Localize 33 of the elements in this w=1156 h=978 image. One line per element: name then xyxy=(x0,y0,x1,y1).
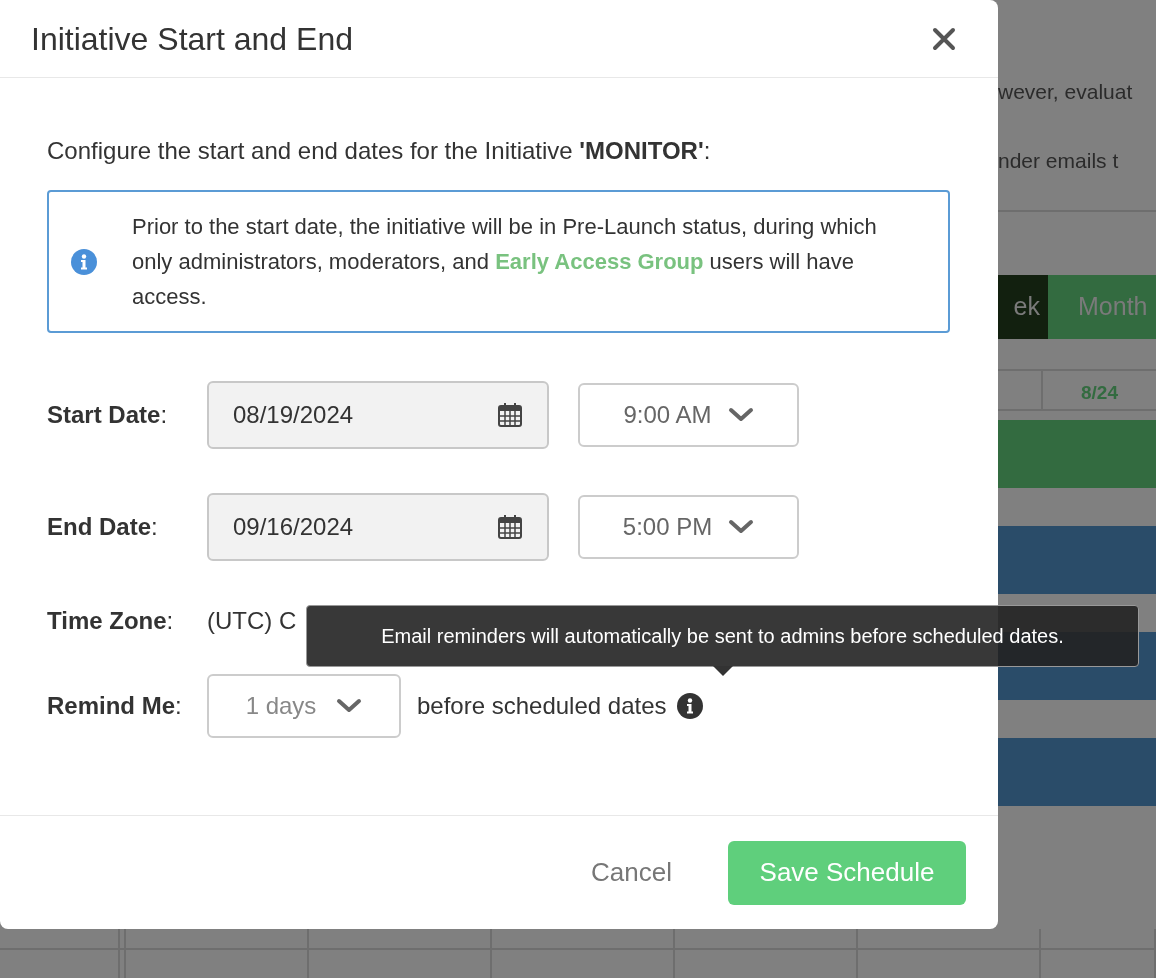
view-tab[interactable]: ek xyxy=(998,275,1048,339)
background-text: nder emails t xyxy=(998,147,1120,174)
remind-suffix: before scheduled dates xyxy=(417,691,667,721)
time-select[interactable]: 5:00 PM xyxy=(578,495,799,559)
date-field[interactable]: 09/16/2024 xyxy=(207,493,549,561)
column-header: 8/24 xyxy=(1080,381,1119,405)
cancel-button[interactable]: Cancel xyxy=(591,853,672,892)
remind-select[interactable]: 1 days xyxy=(207,674,401,738)
intro-text: Configure the start and end dates for the Initiative 'MONITOR': xyxy=(47,136,712,166)
time-zone-value: (UTC) C xyxy=(207,606,297,636)
info-icon xyxy=(71,248,97,275)
info-icon xyxy=(676,693,703,719)
chevron-down-icon xyxy=(336,698,363,714)
field-label: Time Zone: xyxy=(47,606,175,636)
date-field[interactable]: 08/19/2024 xyxy=(207,381,549,449)
calendar-event-bar[interactable] xyxy=(998,526,1156,594)
chevron-down-icon xyxy=(728,519,755,535)
calendar-icon xyxy=(497,402,523,428)
background-text: wever, evaluat xyxy=(998,79,1134,105)
dialog-title: Initiative Start and End xyxy=(31,19,353,59)
calendar-event-bar[interactable] xyxy=(998,738,1156,806)
tooltip-arrow xyxy=(713,666,733,677)
date-value: 09/16/2024 xyxy=(233,512,354,542)
calendar-event-bar[interactable] xyxy=(998,420,1156,488)
notice-text: Prior to the start date, the initiative will be in Pre-Launch status, during which only administrators, moderators, and Early Access Group users will have access. xyxy=(132,213,878,311)
tooltip-text: Email reminders will automatically be sent to admins before scheduled dates. xyxy=(381,624,1064,649)
date-value: 08/19/2024 xyxy=(233,400,354,430)
field-label: Start Date: xyxy=(47,400,169,430)
field-label: Remind Me: xyxy=(47,691,183,721)
time-select[interactable]: 9:00 AM xyxy=(578,383,799,447)
field-label: End Date: xyxy=(47,512,159,542)
chevron-down-icon xyxy=(727,407,754,423)
calendar-icon xyxy=(497,514,523,540)
